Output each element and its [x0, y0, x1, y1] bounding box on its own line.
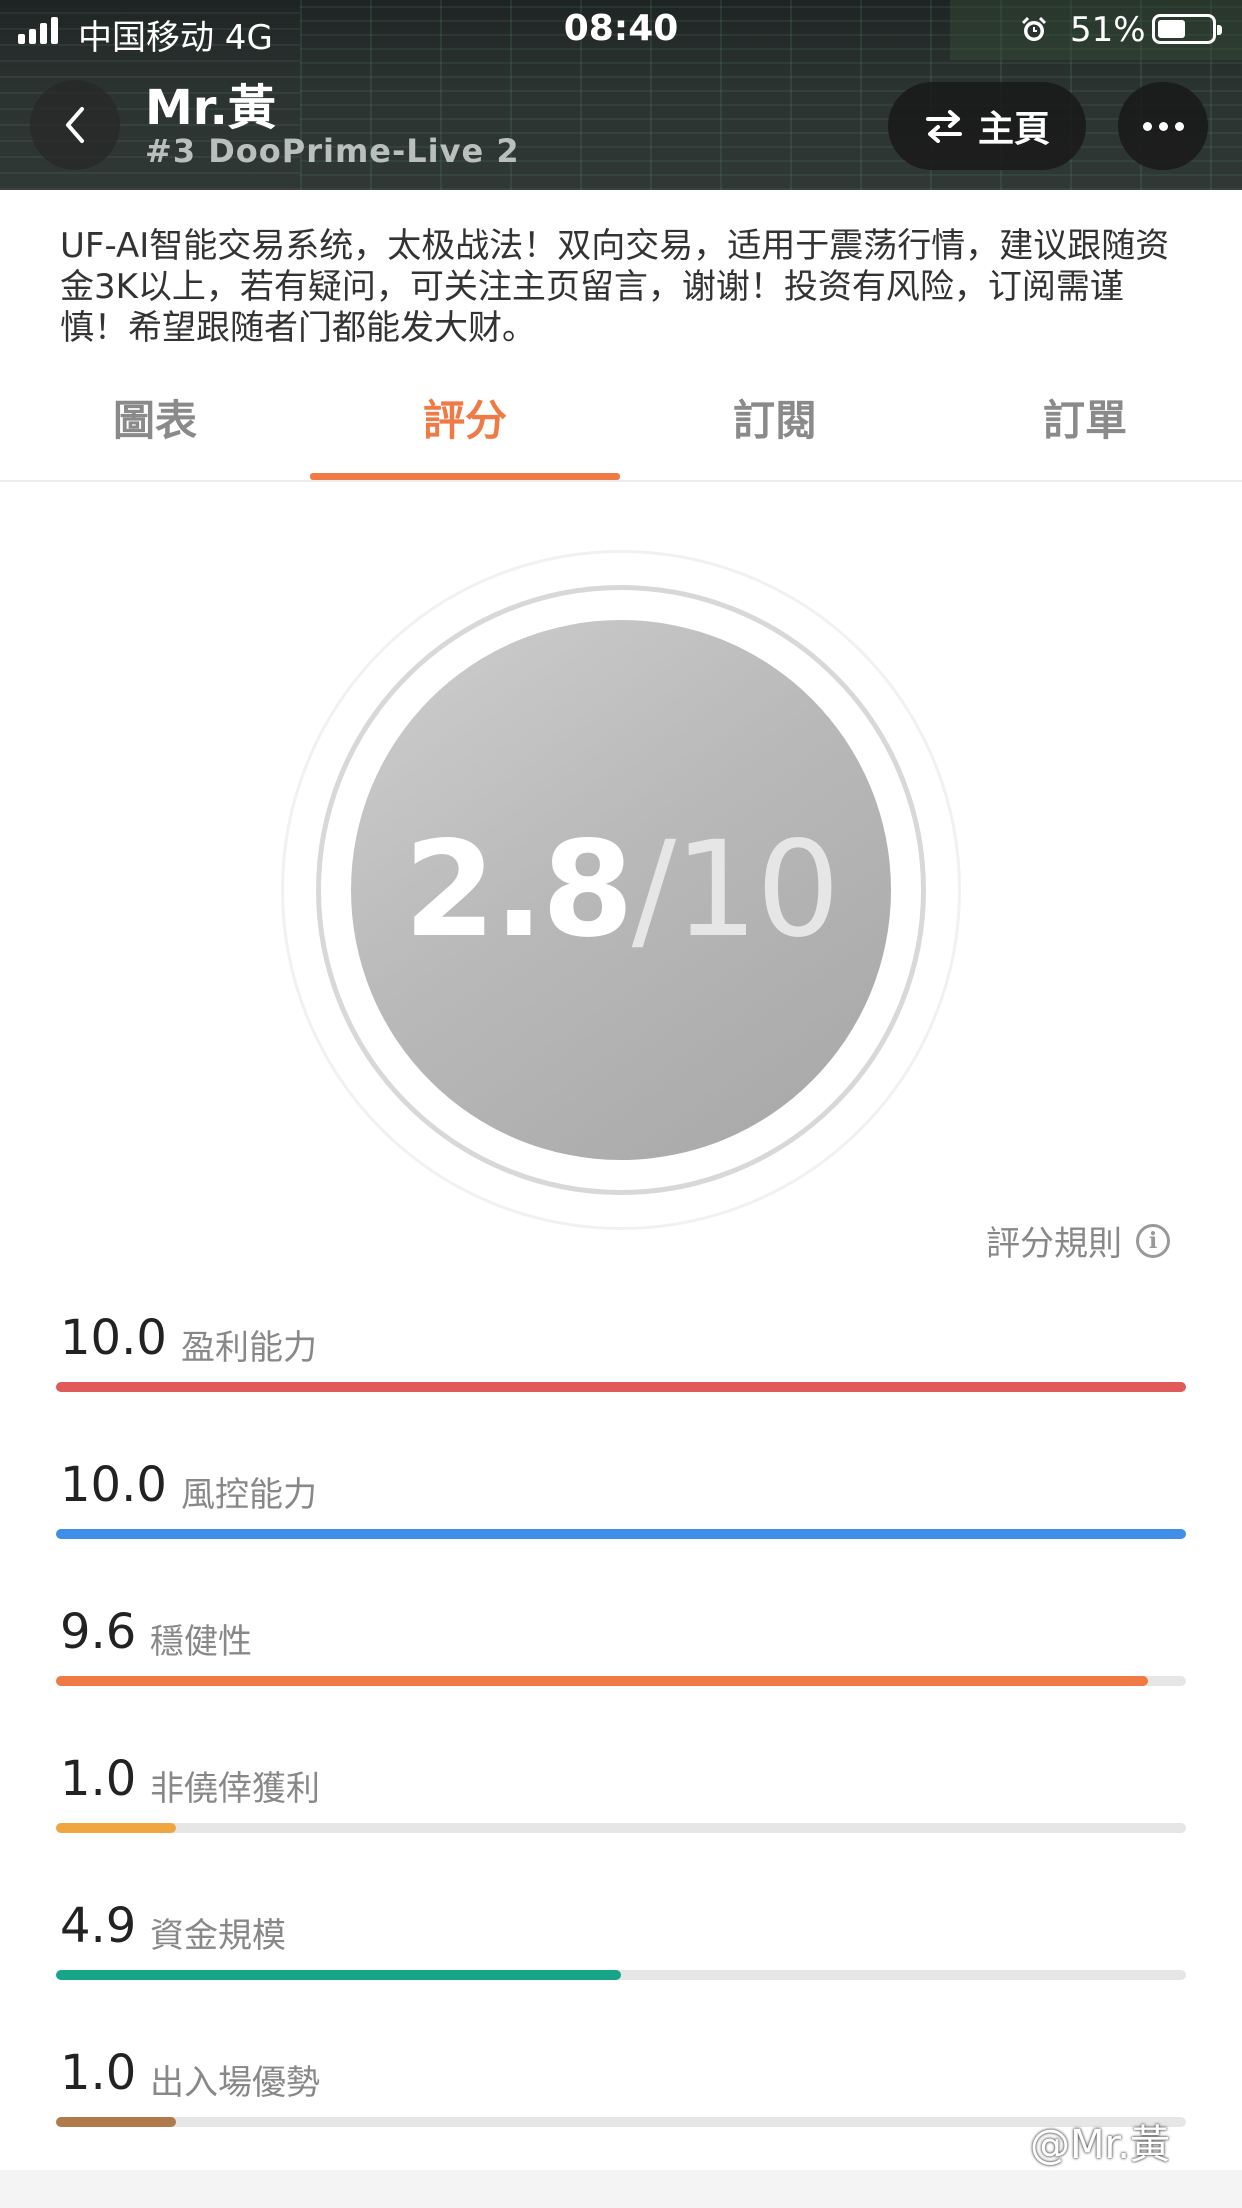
tab-score[interactable]: 評分: [310, 387, 620, 448]
metric-value: 4.9: [60, 1898, 137, 1954]
scoring-rules-label: 評分規則: [986, 1224, 1122, 1264]
active-tab-indicator: [310, 473, 620, 480]
more-dots-icon: [1142, 121, 1152, 131]
metric-fund-size: 4.9 資金規模: [56, 1898, 1186, 1998]
metric-value: 9.6: [60, 1604, 137, 1660]
metric-track: [56, 1970, 1186, 1980]
metric-non-luck-profit: 1.0 非僥倖獲利: [56, 1751, 1186, 1851]
tab-bar: 圖表 評分 訂閱 訂單: [0, 375, 1242, 482]
metric-label: 出入場優勢: [150, 2063, 320, 2103]
home-button[interactable]: 主頁: [888, 82, 1086, 170]
strategy-description: UF-AI智能交易系统，太极战法！双向交易，适用于震荡行情，建议跟随资金3K以上…: [60, 226, 1170, 348]
swap-arrows-icon: [925, 110, 962, 143]
metric-track: [56, 2117, 1186, 2127]
metric-label: 資金規模: [150, 1916, 286, 1956]
metric-value: 1.0: [60, 2045, 137, 2101]
tab-subscribe[interactable]: 訂閱: [620, 387, 930, 448]
scoring-rules-link[interactable]: 評分規則 i: [986, 1216, 1170, 1265]
chevron-left-icon: [66, 107, 84, 143]
metric-value: 10.0: [60, 1457, 167, 1513]
battery-percent: 51%: [1070, 10, 1146, 50]
metric-value: 1.0: [60, 1751, 137, 1807]
metric-bar: [56, 1529, 1186, 1539]
metric-risk-control: 10.0 風控能力: [56, 1457, 1186, 1557]
home-button-label: 主頁: [977, 109, 1050, 150]
metric-label: 盈利能力: [181, 1328, 317, 1368]
metric-track: [56, 1676, 1186, 1686]
metric-track: [56, 1823, 1186, 1833]
metric-bar: [56, 1676, 1148, 1686]
score-display: 2.8/10: [351, 620, 891, 1160]
info-icon: i: [1136, 1223, 1170, 1258]
more-options-button[interactable]: [1118, 82, 1208, 170]
metric-label: 風控能力: [181, 1475, 317, 1515]
tab-chart[interactable]: 圖表: [0, 387, 310, 448]
profile-header: 中国移动 4G 08:40 51% Mr.黃 #3 DooPrime-Live …: [0, 0, 1242, 190]
battery-icon: [1152, 14, 1222, 44]
metric-label: 非僥倖獲利: [150, 1769, 320, 1809]
score-value: 2.8: [403, 813, 634, 967]
metric-bar: [56, 2117, 176, 2127]
tab-orders[interactable]: 訂單: [930, 387, 1240, 448]
metric-label: 穩健性: [150, 1622, 252, 1662]
metric-bar: [56, 1382, 1186, 1392]
back-button[interactable]: [30, 80, 120, 170]
metric-bar: [56, 1823, 176, 1833]
metric-track: [56, 1529, 1186, 1539]
user-name: Mr.黃: [145, 80, 276, 136]
watermark: @Mr.黃: [1030, 2122, 1170, 2168]
metric-bar: [56, 1970, 621, 1980]
metric-entry-exit-advantage: 1.0 出入場優勢: [56, 2045, 1186, 2145]
score-max: /10: [631, 813, 840, 967]
metric-value: 10.0: [60, 1310, 167, 1366]
account-label: #3 DooPrime-Live 2: [145, 132, 520, 170]
alarm-icon: [1021, 16, 1047, 41]
status-bar: 中国移动 4G 08:40 51%: [0, 0, 1242, 62]
metric-profitability: 10.0 盈利能力: [56, 1310, 1186, 1410]
clock: 08:40: [563, 8, 679, 49]
bottom-strip: [0, 2170, 1242, 2208]
metric-track: [56, 1382, 1186, 1392]
metric-stability: 9.6 穩健性: [56, 1604, 1186, 1704]
